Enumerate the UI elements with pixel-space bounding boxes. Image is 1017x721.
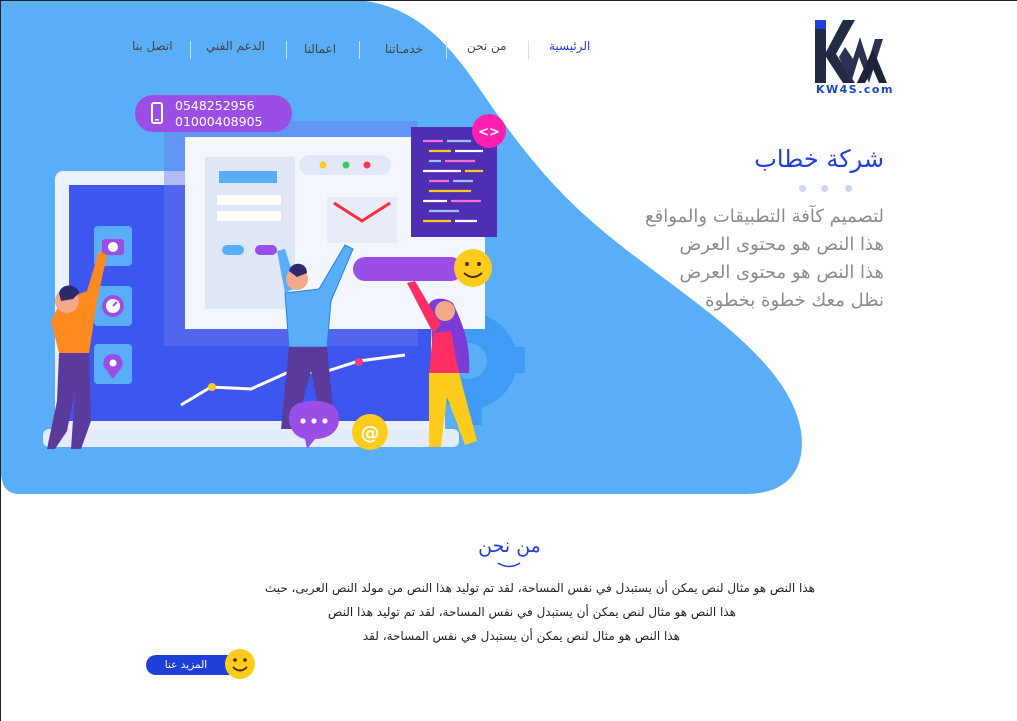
about-text-line: هذا النص هو مثال لنص يمكن أن يستبدل في ن… xyxy=(362,629,680,643)
page-frame: KW4S.com الرئيسية من نحن خدمـاتنا اعمالن… xyxy=(0,0,1017,721)
at-icon: @ xyxy=(352,414,388,450)
phone-number[interactable]: 0548252956 xyxy=(175,98,255,113)
mail-icon xyxy=(327,197,397,243)
hero-text-line: نظل معك خطوة بخطوة xyxy=(705,290,884,311)
phone-number[interactable]: 01000408905 xyxy=(175,114,262,129)
hero-title: شركة خطاب xyxy=(754,145,884,173)
code-icon: <> xyxy=(472,114,506,148)
form-pill xyxy=(255,245,277,255)
hero-dots-indicator[interactable] xyxy=(797,185,857,193)
svg-text:<>: <> xyxy=(478,125,500,140)
form-pill xyxy=(222,245,244,255)
smile-icon xyxy=(454,249,492,287)
about-text-line: هذا النص هو مثال لنص يمكن أن يستبدل في ن… xyxy=(264,581,815,595)
chevron-down-icon xyxy=(497,562,521,568)
window-dot xyxy=(319,161,327,169)
smile-icon xyxy=(225,649,255,679)
camera-icon xyxy=(102,239,124,255)
about-text-line: هذا النص هو مثال لنص يمكن أن يستبدل في ن… xyxy=(327,605,736,619)
window-dot xyxy=(363,161,371,169)
window-dot xyxy=(342,161,350,169)
clock-icon xyxy=(102,295,124,317)
indicator-dot[interactable] xyxy=(845,185,852,192)
about-title: من نحن xyxy=(478,535,541,557)
purple-bar xyxy=(353,257,463,281)
indicator-dot[interactable] xyxy=(799,185,806,192)
phone-contact-bubble[interactable]: 0548252956 01000408905 xyxy=(135,95,292,132)
more-about-label: المزيد عنا xyxy=(164,659,208,671)
form-field xyxy=(217,195,281,205)
hero-text-line: هذا النص هو محتوى العرض xyxy=(679,234,884,255)
form-bar xyxy=(219,171,277,183)
svg-text:@: @ xyxy=(361,422,380,444)
phone-icon xyxy=(151,102,163,124)
chart-point xyxy=(208,383,216,391)
hero-text-line: هذا النص هو محتوى العرض xyxy=(679,262,884,283)
laptop-base xyxy=(43,429,459,447)
indicator-dot[interactable] xyxy=(821,185,828,192)
chart-point xyxy=(355,358,363,366)
hero-text-line: لتصميم كآفة التطبيقات والمواقع xyxy=(645,206,884,227)
form-field xyxy=(217,211,281,221)
